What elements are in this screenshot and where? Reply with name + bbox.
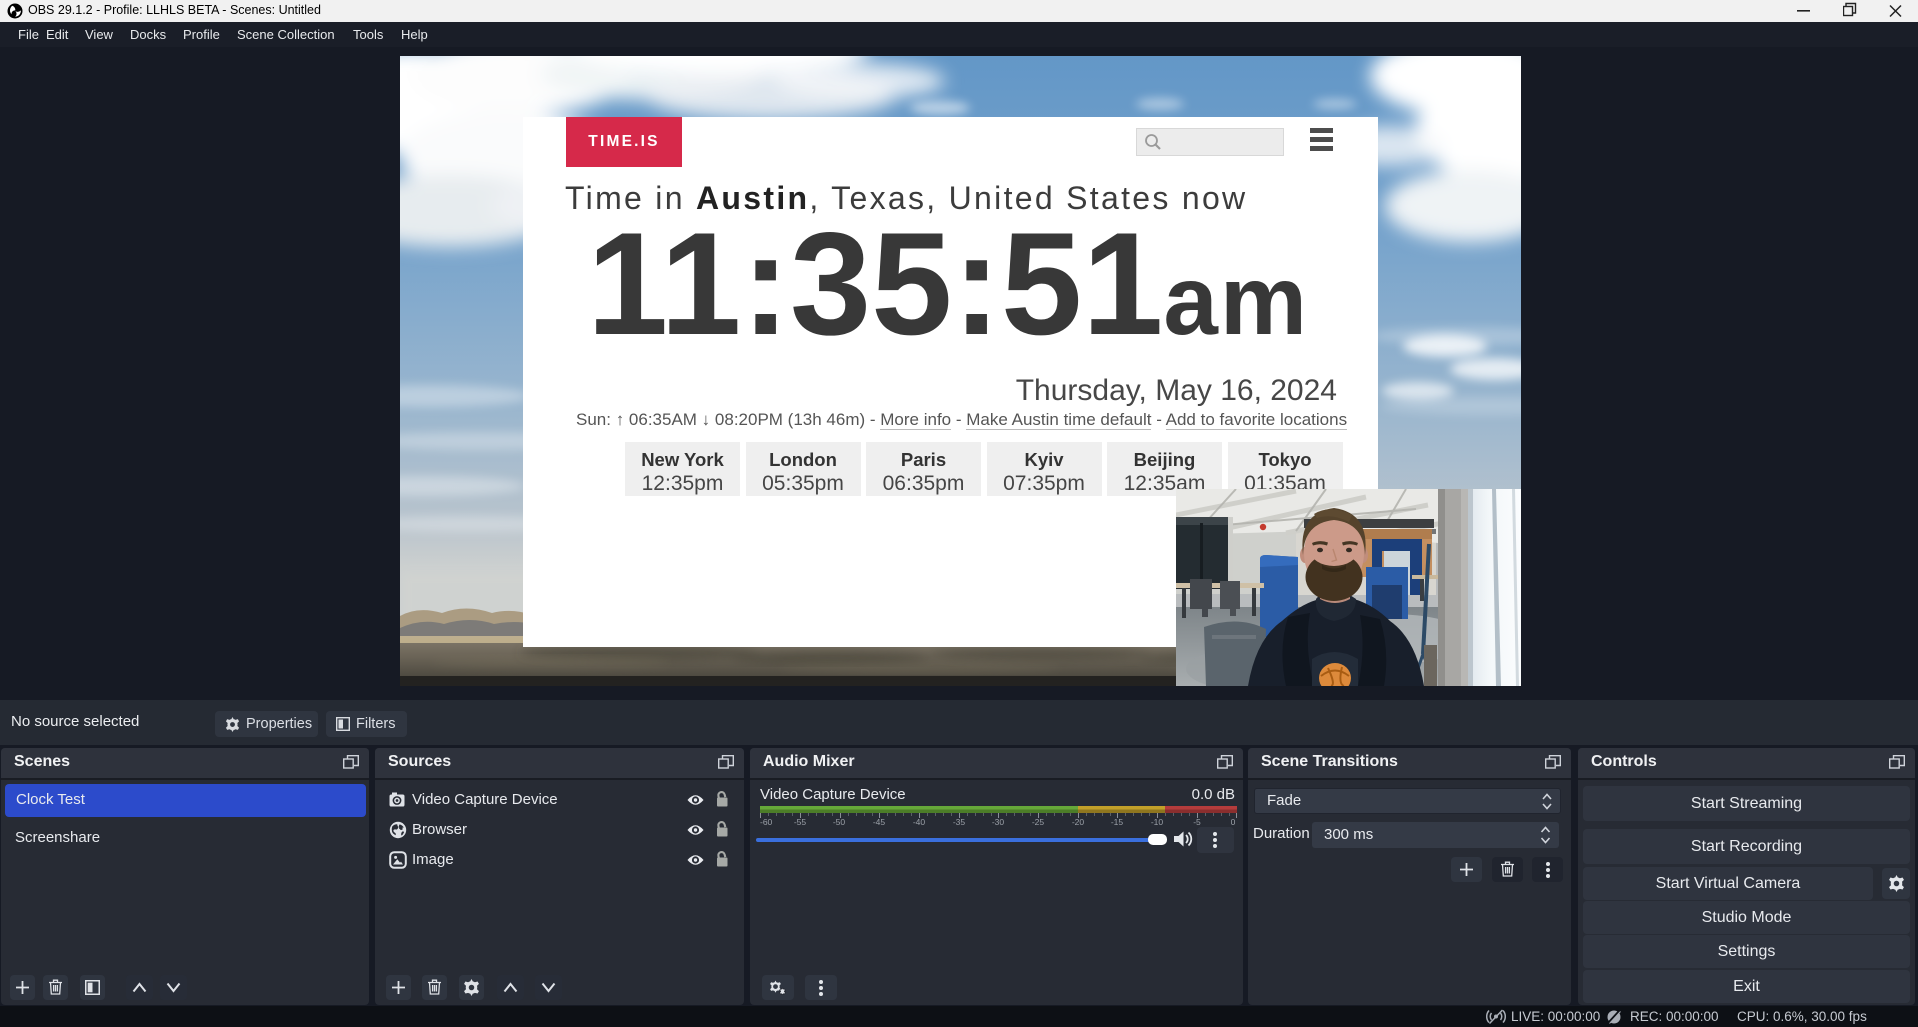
svg-text:-20: -20: [1072, 817, 1085, 827]
svg-text:0: 0: [1231, 817, 1236, 827]
svg-text:-30: -30: [992, 817, 1005, 827]
svg-text:-15: -15: [1111, 817, 1124, 827]
svg-text:-45: -45: [873, 817, 886, 827]
svg-text:-40: -40: [913, 817, 926, 827]
svg-text:-60: -60: [760, 817, 773, 827]
svg-text:-55: -55: [794, 817, 807, 827]
svg-text:-35: -35: [953, 817, 966, 827]
svg-text:-25: -25: [1032, 817, 1045, 827]
svg-text:-10: -10: [1151, 817, 1164, 827]
svg-text:-50: -50: [833, 817, 846, 827]
svg-text:-5: -5: [1193, 817, 1201, 827]
